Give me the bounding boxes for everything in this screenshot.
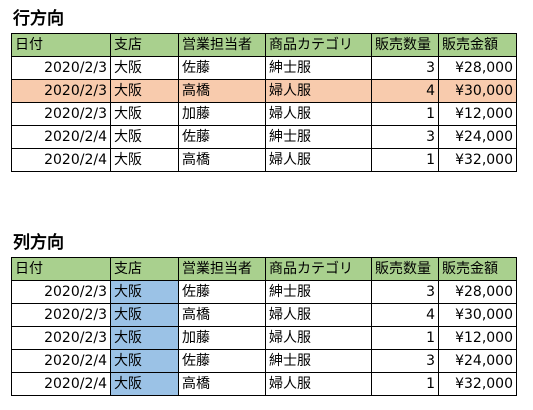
salesperson-cell[interactable]: 高橋 bbox=[178, 148, 266, 172]
quantity-cell[interactable]: 3 bbox=[371, 280, 439, 304]
date-cell[interactable]: 2020/2/4 bbox=[11, 148, 111, 172]
table-row: 2020/2/3 大阪 高橋 婦人服 4 ¥30,000 bbox=[11, 303, 517, 327]
date-cell[interactable]: 2020/2/3 bbox=[11, 326, 111, 350]
highlighted-branch-cell[interactable]: 大阪 bbox=[110, 349, 179, 373]
amount-cell[interactable]: ¥24,000 bbox=[438, 125, 517, 149]
salesperson-cell[interactable]: 佐藤 bbox=[178, 56, 266, 80]
table-row: 2020/2/4 大阪 佐藤 紳士服 3 ¥24,000 bbox=[11, 125, 517, 149]
branch-cell[interactable]: 大阪 bbox=[110, 148, 179, 172]
salesperson-cell[interactable]: 佐藤 bbox=[178, 125, 266, 149]
salesperson-cell[interactable]: 加藤 bbox=[178, 326, 266, 350]
salesperson-cell[interactable]: 高橋 bbox=[178, 372, 266, 396]
header-category[interactable]: 商品カテゴリ bbox=[265, 33, 372, 57]
date-cell[interactable]: 2020/2/3 bbox=[11, 56, 111, 80]
header-branch[interactable]: 支店 bbox=[110, 257, 179, 281]
highlighted-table-row: 2020/2/3 大阪 高橋 婦人服 4 ¥30,000 bbox=[11, 79, 517, 103]
row-direction-table: 日付 支店 営業担当者 商品カテゴリ 販売数量 販売金額 2020/2/3 大阪… bbox=[11, 33, 517, 172]
branch-cell[interactable]: 大阪 bbox=[110, 79, 179, 103]
category-cell[interactable]: 婦人服 bbox=[265, 372, 372, 396]
header-category[interactable]: 商品カテゴリ bbox=[265, 257, 372, 281]
quantity-cell[interactable]: 1 bbox=[371, 102, 439, 126]
amount-cell[interactable]: ¥12,000 bbox=[438, 326, 517, 350]
quantity-cell[interactable]: 4 bbox=[371, 79, 439, 103]
header-salesperson[interactable]: 営業担当者 bbox=[178, 33, 266, 57]
header-quantity[interactable]: 販売数量 bbox=[371, 33, 439, 57]
header-row: 日付 支店 営業担当者 商品カテゴリ 販売数量 販売金額 bbox=[11, 33, 517, 57]
category-cell[interactable]: 婦人服 bbox=[265, 326, 372, 350]
date-cell[interactable]: 2020/2/4 bbox=[11, 372, 111, 396]
date-cell[interactable]: 2020/2/4 bbox=[11, 349, 111, 373]
row-section-title: 行方向 bbox=[13, 9, 64, 29]
salesperson-cell[interactable]: 高橋 bbox=[178, 303, 266, 327]
column-section-title: 列方向 bbox=[13, 233, 64, 253]
category-cell[interactable]: 紳士服 bbox=[265, 125, 372, 149]
quantity-cell[interactable]: 3 bbox=[371, 125, 439, 149]
highlighted-branch-cell[interactable]: 大阪 bbox=[110, 303, 179, 327]
date-cell[interactable]: 2020/2/3 bbox=[11, 280, 111, 304]
category-cell[interactable]: 紳士服 bbox=[265, 280, 372, 304]
category-cell[interactable]: 婦人服 bbox=[265, 102, 372, 126]
table-row: 2020/2/4 大阪 佐藤 紳士服 3 ¥24,000 bbox=[11, 349, 517, 373]
table-row: 2020/2/4 大阪 高橋 婦人服 1 ¥32,000 bbox=[11, 148, 517, 172]
amount-cell[interactable]: ¥32,000 bbox=[438, 148, 517, 172]
quantity-cell[interactable]: 4 bbox=[371, 303, 439, 327]
amount-cell[interactable]: ¥28,000 bbox=[438, 56, 517, 80]
branch-cell[interactable]: 大阪 bbox=[110, 102, 179, 126]
quantity-cell[interactable]: 1 bbox=[371, 372, 439, 396]
quantity-cell[interactable]: 3 bbox=[371, 56, 439, 80]
header-amount[interactable]: 販売金額 bbox=[438, 257, 517, 281]
quantity-cell[interactable]: 1 bbox=[371, 326, 439, 350]
header-quantity[interactable]: 販売数量 bbox=[371, 257, 439, 281]
salesperson-cell[interactable]: 高橋 bbox=[178, 79, 266, 103]
header-date[interactable]: 日付 bbox=[11, 257, 111, 281]
category-cell[interactable]: 紳士服 bbox=[265, 56, 372, 80]
date-cell[interactable]: 2020/2/3 bbox=[11, 102, 111, 126]
category-cell[interactable]: 紳士服 bbox=[265, 349, 372, 373]
amount-cell[interactable]: ¥30,000 bbox=[438, 303, 517, 327]
branch-cell[interactable]: 大阪 bbox=[110, 56, 179, 80]
branch-cell[interactable]: 大阪 bbox=[110, 125, 179, 149]
highlighted-branch-cell[interactable]: 大阪 bbox=[110, 280, 179, 304]
amount-cell[interactable]: ¥28,000 bbox=[438, 280, 517, 304]
date-cell[interactable]: 2020/2/3 bbox=[11, 79, 111, 103]
table-row: 2020/2/3 大阪 加藤 婦人服 1 ¥12,000 bbox=[11, 326, 517, 350]
header-row: 日付 支店 営業担当者 商品カテゴリ 販売数量 販売金額 bbox=[11, 257, 517, 281]
table-row: 2020/2/3 大阪 加藤 婦人服 1 ¥12,000 bbox=[11, 102, 517, 126]
category-cell[interactable]: 婦人服 bbox=[265, 79, 372, 103]
category-cell[interactable]: 婦人服 bbox=[265, 148, 372, 172]
salesperson-cell[interactable]: 佐藤 bbox=[178, 280, 266, 304]
category-cell[interactable]: 婦人服 bbox=[265, 303, 372, 327]
header-branch[interactable]: 支店 bbox=[110, 33, 179, 57]
salesperson-cell[interactable]: 佐藤 bbox=[178, 349, 266, 373]
amount-cell[interactable]: ¥30,000 bbox=[438, 79, 517, 103]
amount-cell[interactable]: ¥12,000 bbox=[438, 102, 517, 126]
date-cell[interactable]: 2020/2/3 bbox=[11, 303, 111, 327]
highlighted-branch-cell[interactable]: 大阪 bbox=[110, 372, 179, 396]
amount-cell[interactable]: ¥24,000 bbox=[438, 349, 517, 373]
header-amount[interactable]: 販売金額 bbox=[438, 33, 517, 57]
header-salesperson[interactable]: 営業担当者 bbox=[178, 257, 266, 281]
table-row: 2020/2/4 大阪 高橋 婦人服 1 ¥32,000 bbox=[11, 372, 517, 396]
amount-cell[interactable]: ¥32,000 bbox=[438, 372, 517, 396]
salesperson-cell[interactable]: 加藤 bbox=[178, 102, 266, 126]
quantity-cell[interactable]: 1 bbox=[371, 148, 439, 172]
column-direction-table: 日付 支店 営業担当者 商品カテゴリ 販売数量 販売金額 2020/2/3 大阪… bbox=[11, 257, 517, 396]
quantity-cell[interactable]: 3 bbox=[371, 349, 439, 373]
table-row: 2020/2/3 大阪 佐藤 紳士服 3 ¥28,000 bbox=[11, 56, 517, 80]
highlighted-branch-cell[interactable]: 大阪 bbox=[110, 326, 179, 350]
header-date[interactable]: 日付 bbox=[11, 33, 111, 57]
date-cell[interactable]: 2020/2/4 bbox=[11, 125, 111, 149]
table-row: 2020/2/3 大阪 佐藤 紳士服 3 ¥28,000 bbox=[11, 280, 517, 304]
